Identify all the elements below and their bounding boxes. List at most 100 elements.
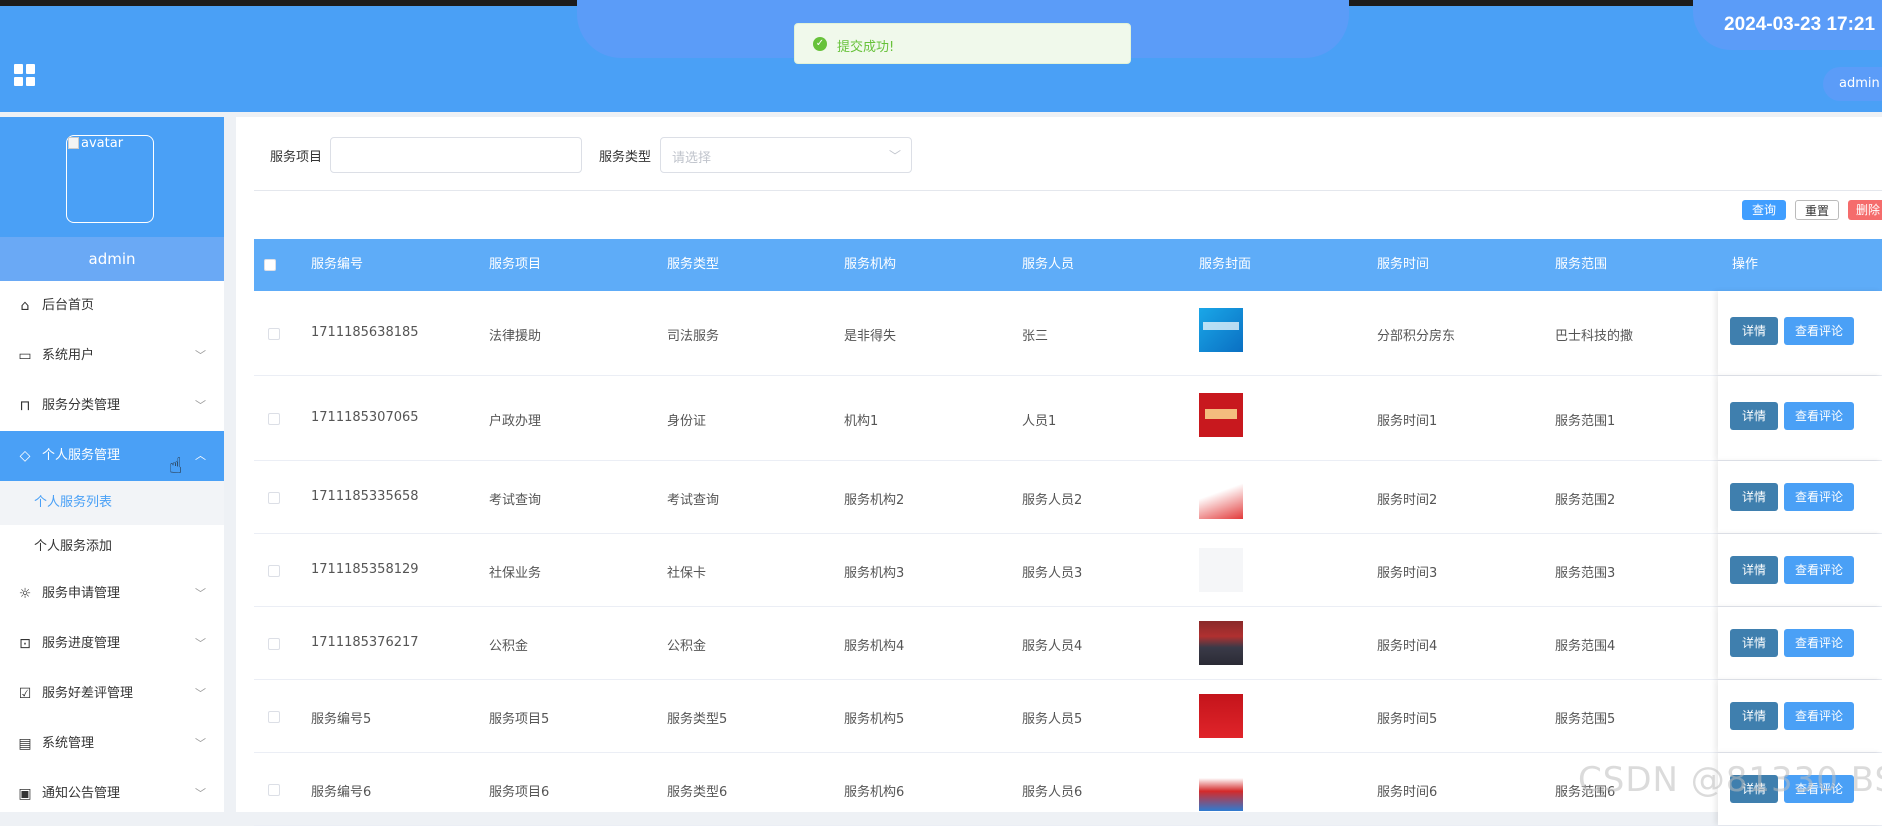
cell-service-type: 社保卡 bbox=[667, 566, 707, 581]
view-reviews-button[interactable]: 查看评论 bbox=[1784, 402, 1854, 430]
sidebar-item-home[interactable]: ⌂ 后台首页 bbox=[0, 281, 224, 331]
sidebar-item-personal-service[interactable]: ◇ 个人服务管理 ︿ bbox=[0, 431, 224, 481]
cell-service-range: 服务范围5 bbox=[1555, 712, 1616, 727]
view-reviews-button[interactable]: 查看评论 bbox=[1784, 556, 1854, 584]
row-checkbox[interactable] bbox=[268, 413, 280, 425]
cell-service-org: 机构1 bbox=[844, 414, 879, 429]
col-service-org: 服务机构 bbox=[844, 257, 897, 272]
chevron-down-icon: ﹀ bbox=[195, 637, 206, 650]
reset-button[interactable]: 重置 bbox=[1795, 200, 1839, 220]
cell-service-no: 1711185335658 bbox=[311, 489, 419, 504]
cell-service-type: 考试查询 bbox=[667, 493, 720, 508]
cell-service-org: 服务机构3 bbox=[844, 566, 905, 581]
detail-button[interactable]: 详情 bbox=[1730, 556, 1778, 584]
search-type-select[interactable]: 请选择 ﹀ bbox=[660, 137, 912, 173]
detail-button[interactable]: 详情 bbox=[1730, 702, 1778, 730]
cell-service-time: 分部积分房东 bbox=[1377, 329, 1456, 344]
cell-service-item: 服务项目6 bbox=[489, 785, 550, 800]
view-reviews-button[interactable]: 查看评论 bbox=[1784, 629, 1854, 657]
sidebar-item-system-users[interactable]: ▭ 系统用户 ﹀ bbox=[0, 331, 224, 381]
sidebar-item-label: 服务分类管理 bbox=[42, 398, 121, 413]
sidebar-username: admin bbox=[0, 237, 224, 281]
cell-service-range: 服务范围4 bbox=[1555, 639, 1616, 654]
cell-service-item: 户政办理 bbox=[489, 414, 542, 429]
view-reviews-button[interactable]: 查看评论 bbox=[1784, 317, 1854, 345]
home-icon: ⌂ bbox=[20, 298, 30, 314]
cell-service-item: 考试查询 bbox=[489, 493, 542, 508]
cell-service-org: 服务机构6 bbox=[844, 785, 905, 800]
actions-cell: 详情 查看评论 bbox=[1718, 291, 1882, 375]
cell-service-no: 1711185638185 bbox=[311, 325, 419, 340]
row-checkbox[interactable] bbox=[268, 711, 280, 723]
col-service-time: 服务时间 bbox=[1377, 257, 1430, 272]
cover-thumbnail bbox=[1199, 475, 1243, 519]
cell-service-type: 服务类型6 bbox=[667, 785, 728, 800]
submenu-item-service-list[interactable]: 个人服务列表 bbox=[0, 481, 224, 525]
sidebar-item-service-rating[interactable]: ☑ 服务好差评管理 ﹀ bbox=[0, 669, 224, 719]
cover-thumbnail bbox=[1199, 308, 1243, 352]
chevron-down-icon: ﹀ bbox=[888, 149, 901, 163]
tag-icon: ◇ bbox=[19, 448, 31, 464]
detail-button[interactable]: 详情 bbox=[1730, 317, 1778, 345]
bookmark-icon: ⊓ bbox=[19, 398, 31, 414]
row-checkbox[interactable] bbox=[268, 328, 280, 340]
sidebar-item-service-category[interactable]: ⊓ 服务分类管理 ﹀ bbox=[0, 381, 224, 431]
view-reviews-button[interactable]: 查看评论 bbox=[1784, 702, 1854, 730]
user-menu-label: admin bbox=[1839, 76, 1880, 91]
row-checkbox[interactable] bbox=[268, 784, 280, 796]
table-row: 1711185638185 法律援助 司法服务 是非得失 张三 分部积分房东 巴… bbox=[254, 291, 1882, 376]
cell-service-range: 服务范围2 bbox=[1555, 493, 1616, 508]
cell-service-time: 服务时间2 bbox=[1377, 493, 1438, 508]
cell-service-range: 服务范围1 bbox=[1555, 414, 1616, 429]
main-content: 服务项目 服务类型 请选择 ﹀ 查询 重置 删除 服务编号 服务项目 服务类型 … bbox=[236, 117, 1882, 826]
sidebar-item-label: 服务申请管理 bbox=[42, 586, 121, 601]
search-item-input[interactable] bbox=[330, 137, 582, 173]
detail-button[interactable]: 详情 bbox=[1730, 629, 1778, 657]
clipboard-check-icon: ☑ bbox=[18, 686, 32, 702]
actions-cell: 详情 查看评论 bbox=[1718, 680, 1882, 752]
cover-thumbnail bbox=[1199, 393, 1243, 437]
cell-service-time: 服务时间4 bbox=[1377, 639, 1438, 654]
cell-service-staff: 服务人员3 bbox=[1022, 566, 1083, 581]
actions-cell: 详情 查看评论 bbox=[1718, 376, 1882, 460]
cell-service-range: 服务范围3 bbox=[1555, 566, 1616, 581]
sidebar-item-system-manage[interactable]: ▤ 系统管理 ﹀ bbox=[0, 719, 224, 769]
user-menu-button[interactable]: admin ▾ bbox=[1823, 67, 1882, 101]
view-reviews-button[interactable]: 查看评论 bbox=[1784, 483, 1854, 511]
chevron-up-icon: ︿ bbox=[195, 449, 206, 462]
success-toast: ✓ 提交成功! bbox=[794, 23, 1131, 64]
cell-service-org: 是非得失 bbox=[844, 329, 897, 344]
cell-service-staff: 服务人员4 bbox=[1022, 639, 1083, 654]
cell-service-item: 服务项目5 bbox=[489, 712, 550, 727]
sidebar-item-service-apply[interactable]: ☼ 服务申请管理 ﹀ bbox=[0, 569, 224, 619]
cell-service-item: 法律援助 bbox=[489, 329, 542, 344]
hand-cursor-icon: ☝ bbox=[169, 454, 183, 479]
table-row: 1711185307065 户政办理 身份证 机构1 人员1 服务时间1 服务范… bbox=[254, 376, 1882, 461]
datetime-display: 2024-03-23 17:21 bbox=[1724, 14, 1876, 35]
check-circle-icon: ✓ bbox=[813, 37, 827, 51]
row-checkbox[interactable] bbox=[268, 492, 280, 504]
cell-service-type: 服务类型5 bbox=[667, 712, 728, 727]
cell-service-no: 1711185358129 bbox=[311, 562, 419, 577]
cell-service-time: 服务时间1 bbox=[1377, 414, 1438, 429]
submenu-item-service-add[interactable]: 个人服务添加 bbox=[0, 525, 224, 569]
cover-thumbnail bbox=[1199, 767, 1243, 811]
detail-button[interactable]: 详情 bbox=[1730, 483, 1778, 511]
cell-service-no: 1711185376217 bbox=[311, 635, 419, 650]
row-checkbox[interactable] bbox=[268, 638, 280, 650]
cover-thumbnail bbox=[1199, 694, 1243, 738]
inbox-icon: ⊡ bbox=[19, 636, 31, 652]
sidebar-item-service-progress[interactable]: ⊡ 服务进度管理 ﹀ bbox=[0, 619, 224, 669]
cell-service-item: 社保业务 bbox=[489, 566, 542, 581]
cell-service-type: 公积金 bbox=[667, 639, 707, 654]
row-checkbox[interactable] bbox=[268, 565, 280, 577]
profile-panel: avatar bbox=[0, 117, 224, 237]
broken-image-icon bbox=[68, 137, 79, 149]
col-service-range: 服务范围 bbox=[1555, 257, 1608, 272]
detail-button[interactable]: 详情 bbox=[1730, 402, 1778, 430]
select-all-checkbox[interactable] bbox=[264, 259, 276, 271]
delete-button[interactable]: 删除 bbox=[1848, 200, 1882, 220]
apps-grid-icon[interactable] bbox=[14, 64, 36, 86]
chevron-down-icon: ﹀ bbox=[195, 349, 206, 362]
query-button[interactable]: 查询 bbox=[1742, 200, 1786, 220]
